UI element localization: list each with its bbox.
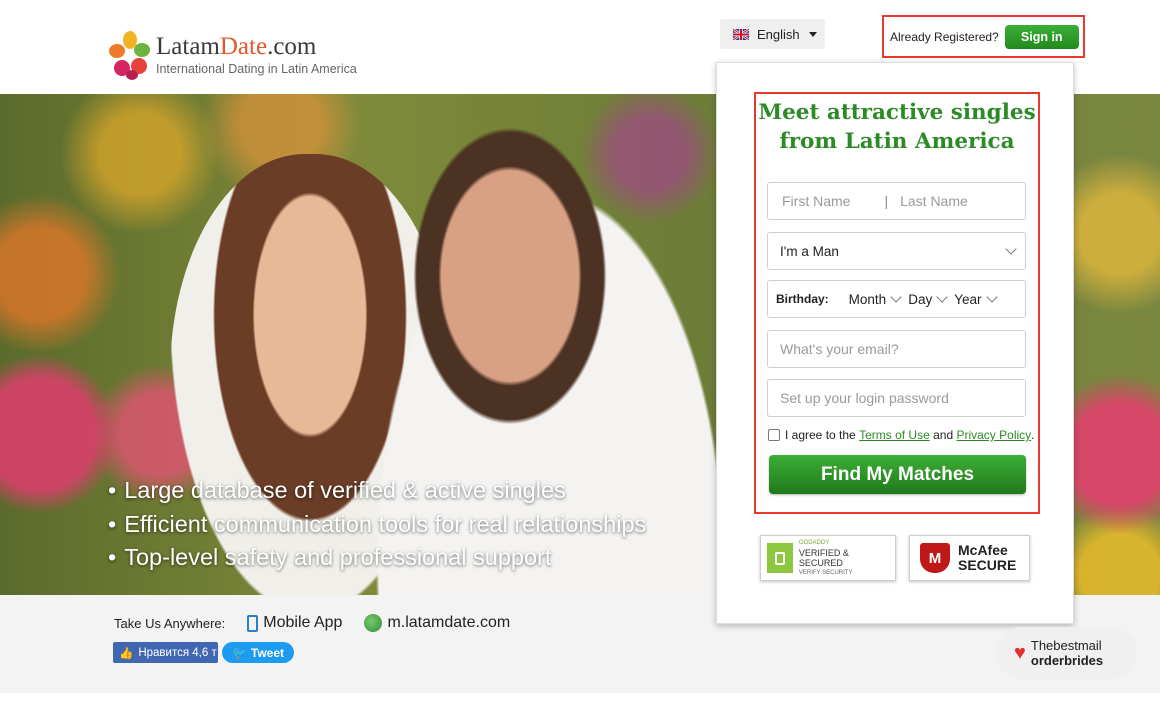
- tweet-label: Tweet: [250, 645, 285, 660]
- agree-and: and: [933, 428, 954, 442]
- phone-icon: [247, 614, 259, 632]
- gender-select[interactable]: I'm a Man: [767, 232, 1026, 270]
- terms-agreement: I agree to the Terms of Use and Privacy …: [768, 428, 1035, 442]
- site-logo[interactable]: LatamDate.com International Dating in La…: [108, 30, 357, 80]
- godaddy-verified-text: VERIFIED & SECURED: [798, 548, 849, 568]
- gender-value: I'm a Man: [780, 243, 839, 259]
- name-divider: |: [884, 193, 889, 209]
- logo-tagline: International Dating in Latin America: [156, 62, 357, 76]
- language-selector[interactable]: English: [720, 19, 825, 49]
- twitter-bird-icon: 🐦: [231, 645, 247, 660]
- mobile-site-link[interactable]: m.latamdate.com: [364, 614, 510, 632]
- email-placeholder: What's your email?: [780, 341, 899, 357]
- hero-benefits-list: Large database of verified & active sing…: [108, 474, 646, 575]
- logo-wordmark: LatamDate.com: [156, 33, 317, 60]
- hero-benefit-item: Top-level safety and professional suppor…: [108, 541, 646, 575]
- watermark: ♥ Thebestmail orderbrides: [996, 627, 1137, 679]
- birth-day-select[interactable]: Day: [908, 291, 948, 307]
- hero-benefit-item: Large database of verified & active sing…: [108, 474, 646, 508]
- sign-in-area: Already Registered? Sign in: [882, 15, 1085, 58]
- sign-in-button[interactable]: Sign in: [1004, 24, 1079, 49]
- password-input[interactable]: Set up your login password: [767, 379, 1026, 417]
- watermark-line2: orderbrides: [1030, 653, 1104, 668]
- page: LatamDate.com International Dating in La…: [0, 0, 1160, 703]
- first-name-input[interactable]: First Name: [782, 193, 850, 209]
- birth-day-value: Day: [908, 291, 933, 307]
- birth-year-select[interactable]: Year: [954, 291, 998, 307]
- heart-icon: ♥: [1014, 641, 1026, 664]
- birthday-label: Birthday:: [776, 292, 829, 306]
- facebook-like-button[interactable]: 👍 Нравится 4,6 т: [113, 642, 218, 663]
- lock-icon: [767, 543, 793, 573]
- terms-of-use-link[interactable]: Terms of Use: [859, 428, 930, 442]
- password-placeholder: Set up your login password: [780, 390, 949, 406]
- mobile-site-label: m.latamdate.com: [387, 614, 511, 631]
- thumbs-up-icon: 👍: [119, 647, 134, 660]
- mcafee-secure-text: SECURE: [958, 557, 1017, 573]
- take-us-label: Take Us Anywhere:: [114, 615, 226, 631]
- globe-icon: [364, 614, 383, 632]
- mcafee-badge[interactable]: M McAfee SECURE: [909, 535, 1030, 581]
- godaddy-brand: GODADDY: [798, 540, 830, 546]
- birth-year-value: Year: [954, 291, 982, 307]
- mcafee-shield-icon: M: [920, 543, 950, 573]
- uk-flag-icon: [733, 28, 749, 40]
- mcafee-brand: McAfee: [958, 542, 1008, 558]
- agree-suffix: .: [1031, 428, 1035, 442]
- agree-prefix: I agree to the: [785, 428, 856, 442]
- tweet-button[interactable]: 🐦 Tweet: [222, 642, 294, 663]
- email-input[interactable]: What's your email?: [767, 330, 1026, 368]
- mobile-app-label: Mobile App: [263, 614, 343, 631]
- watermark-line1: Thebestmail: [1030, 638, 1102, 653]
- chevron-down-icon: [936, 291, 948, 303]
- birthday-row: Birthday: Month Day Year: [767, 280, 1026, 318]
- chevron-down-icon: [890, 291, 902, 303]
- hero-benefit-item: Efficient communication tools for real r…: [108, 508, 646, 542]
- mobile-app-link[interactable]: Mobile App: [247, 614, 342, 632]
- birth-month-select[interactable]: Month: [848, 291, 902, 307]
- already-registered-text: Already Registered?: [890, 29, 999, 44]
- birth-month-value: Month: [848, 291, 887, 307]
- find-my-matches-button[interactable]: Find My Matches: [769, 455, 1026, 494]
- form-title: Meet attractive singles from Latin Ameri…: [758, 100, 1036, 154]
- name-fields: First Name | Last Name: [767, 182, 1026, 220]
- last-name-input[interactable]: Last Name: [900, 193, 968, 209]
- take-us-anywhere: Take Us Anywhere: Mobile App m.latamdate…: [114, 614, 532, 632]
- godaddy-verify-text: VERIFY SECURITY: [798, 570, 853, 576]
- godaddy-badge[interactable]: GODADDY VERIFIED & SECURED VERIFY SECURI…: [760, 535, 896, 581]
- social-buttons: 👍 Нравится 4,6 т 🐦 Tweet: [113, 642, 294, 663]
- chevron-down-icon: [1005, 243, 1017, 255]
- agree-checkbox[interactable]: [768, 429, 780, 441]
- privacy-policy-link[interactable]: Privacy Policy: [956, 428, 1031, 442]
- language-label: English: [757, 26, 800, 42]
- logo-flower-icon: [109, 31, 150, 80]
- caret-down-icon: [809, 31, 817, 37]
- chevron-down-icon: [985, 291, 998, 303]
- facebook-like-label: Нравится 4,6 т: [138, 646, 217, 659]
